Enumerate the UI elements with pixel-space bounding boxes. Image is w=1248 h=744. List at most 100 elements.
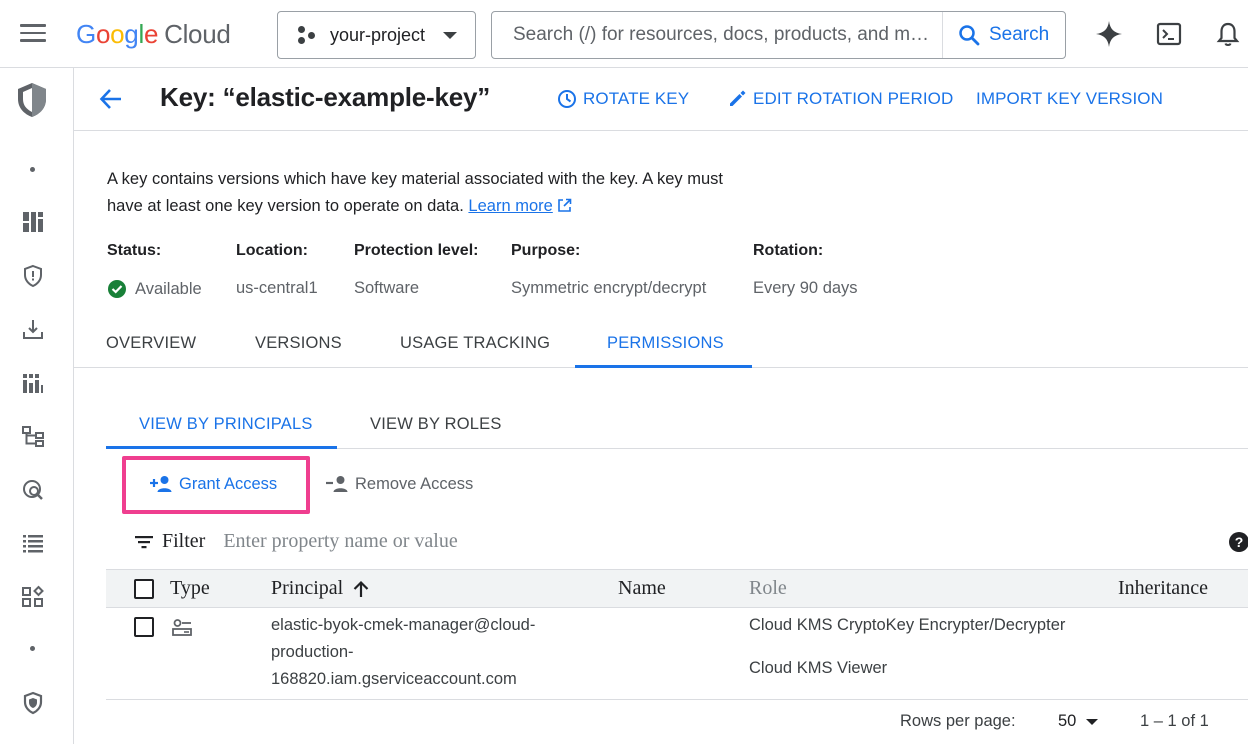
edit-rotation-period-label: EDIT ROTATION PERIOD: [753, 89, 954, 108]
project-name: your-project: [330, 24, 426, 45]
edit-rotation-period-button[interactable]: EDIT ROTATION PERIOD: [727, 89, 953, 109]
rail-separator-dot: [30, 167, 35, 172]
protection-level-label: Protection level:: [354, 242, 479, 259]
page-title: Key: “elastic-example-key”: [160, 82, 491, 112]
learn-more-link[interactable]: Learn more: [468, 197, 552, 215]
principal-line-1: elastic-byok-cmek-manager@cloud-: [271, 616, 536, 634]
hierarchy-tree-icon[interactable]: [21, 424, 45, 448]
location-value: us-central1: [236, 279, 318, 297]
column-header-role[interactable]: Role: [749, 577, 787, 600]
import-key-version-button[interactable]: IMPORT KEY VERSION: [976, 89, 1163, 109]
pagination-range: 1 – 1 of 1: [1140, 712, 1209, 730]
rotation-label: Rotation:: [753, 242, 824, 259]
help-question-icon[interactable]: ?: [1229, 532, 1248, 552]
remove-access-button[interactable]: Remove Access: [325, 474, 473, 494]
table-pagination: Rows per page: 50 1 – 1 of 1: [74, 700, 1248, 744]
principal-cell: elastic-byok-cmek-manager@cloud- product…: [271, 612, 535, 693]
rows-per-page-label: Rows per page:: [900, 712, 1016, 730]
import-key-version-label: IMPORT KEY VERSION: [976, 89, 1163, 108]
status-field: Status: Available: [107, 242, 202, 299]
column-header-inheritance[interactable]: Inheritance: [1118, 577, 1208, 600]
service-account-icon: [172, 619, 192, 636]
column-header-name[interactable]: Name: [618, 577, 666, 600]
status-value: Available: [107, 279, 202, 299]
filter-bar: Filter: [134, 530, 724, 553]
list-view-icon[interactable]: [21, 531, 45, 555]
description-line-2: have at least one key version to operate…: [107, 197, 464, 215]
google-cloud-logo[interactable]: Google Cloud: [76, 18, 231, 50]
rotation-field: Rotation: Every 90 days: [753, 242, 858, 298]
filter-input[interactable]: [223, 530, 724, 553]
status-text: Available: [135, 279, 202, 298]
clock-rotate-icon: [558, 90, 576, 108]
column-header-principal[interactable]: Principal: [271, 577, 369, 600]
dashboard-grid-icon[interactable]: [21, 210, 45, 234]
logo-cloud-text: Cloud: [164, 19, 231, 49]
top-app-bar: Google Cloud your-project Search: [0, 0, 1248, 68]
status-label: Status:: [107, 242, 162, 259]
key-description: A key contains versions which have key m…: [107, 166, 787, 220]
shield-badge-icon[interactable]: [21, 691, 45, 715]
rows-per-page-select[interactable]: 50: [1058, 712, 1099, 731]
search-icon: [959, 25, 980, 46]
chevron-down-icon: [443, 32, 457, 39]
pencil-edit-icon: [730, 90, 746, 106]
rotation-value: Every 90 days: [753, 279, 858, 297]
grant-access-button[interactable]: Grant Access: [149, 474, 277, 494]
tab-view-by-principals[interactable]: VIEW BY PRINCIPALS: [139, 415, 313, 434]
left-navigation-rail: [0, 68, 74, 744]
row-select-checkbox[interactable]: [134, 617, 154, 637]
main-menu-icon[interactable]: [20, 24, 46, 44]
notifications-bell-icon[interactable]: [1214, 20, 1242, 48]
tab-permissions[interactable]: PERMISSIONS: [607, 334, 724, 353]
tab-usage-tracking[interactable]: USAGE TRACKING: [400, 334, 550, 353]
security-policy-shield-icon[interactable]: [21, 264, 45, 288]
cloud-shell-terminal-icon[interactable]: [1155, 20, 1183, 48]
security-shield-icon[interactable]: [14, 81, 50, 119]
project-picker[interactable]: your-project: [277, 11, 476, 59]
search-button-label: Search: [989, 24, 1050, 45]
filter-lines-icon[interactable]: [134, 534, 154, 550]
active-tab-indicator: [575, 365, 752, 368]
table-header: Type Principal Name Role Inheritance: [106, 569, 1248, 608]
rotate-key-label: ROTATE KEY: [583, 89, 690, 108]
role-cell-1: Cloud KMS CryptoKey Encrypter/Decrypter: [749, 616, 1066, 634]
table-row: elastic-byok-cmek-manager@cloud- product…: [106, 608, 1248, 700]
active-subtab-indicator: [106, 446, 337, 449]
tab-view-by-roles[interactable]: VIEW BY ROLES: [370, 415, 502, 434]
permission-view-tabs: VIEW BY PRINCIPALS VIEW BY ROLES: [106, 402, 1248, 449]
purpose-field: Purpose: Symmetric encrypt/decrypt: [511, 242, 706, 298]
search-input[interactable]: [492, 24, 944, 46]
purpose-label: Purpose:: [511, 242, 581, 259]
search-bar: Search: [491, 11, 1066, 59]
widgets-apps-icon[interactable]: [21, 585, 45, 609]
chevron-down-icon: [1086, 718, 1099, 725]
check-circle-icon: [108, 280, 126, 298]
rail-separator-dot: [30, 646, 35, 651]
protection-level-value: Software: [354, 279, 420, 297]
role-cell-2: Cloud KMS Viewer: [749, 659, 888, 677]
logo-google-text: Google: [76, 19, 159, 49]
bar-chart-dashboard-icon[interactable]: [21, 371, 45, 395]
external-link-icon[interactable]: [557, 198, 572, 213]
sort-arrow-up-icon: [353, 580, 369, 597]
rotate-key-button[interactable]: ROTATE KEY: [557, 89, 689, 109]
description-line-1: A key contains versions which have key m…: [107, 170, 723, 188]
key-tabs: OVERVIEW VERSIONS USAGE TRACKING PERMISS…: [74, 320, 1248, 368]
select-all-checkbox[interactable]: [134, 579, 154, 599]
add-person-icon: [150, 476, 172, 492]
grant-access-label: Grant Access: [179, 474, 278, 493]
download-tray-icon[interactable]: [21, 317, 45, 341]
location-field: Location: us-central1: [236, 242, 318, 298]
column-header-type[interactable]: Type: [170, 577, 210, 600]
project-dots-icon: [296, 24, 318, 46]
security-scan-search-icon[interactable]: [21, 478, 45, 502]
gemini-sparkle-icon[interactable]: [1095, 20, 1123, 48]
location-label: Location:: [236, 242, 308, 259]
principal-header-label: Principal: [271, 577, 344, 599]
tab-versions[interactable]: VERSIONS: [255, 334, 342, 353]
filter-label: Filter: [162, 530, 206, 552]
tab-overview[interactable]: OVERVIEW: [106, 334, 196, 353]
search-button[interactable]: Search: [942, 12, 1065, 58]
back-arrow-icon[interactable]: [98, 86, 124, 112]
